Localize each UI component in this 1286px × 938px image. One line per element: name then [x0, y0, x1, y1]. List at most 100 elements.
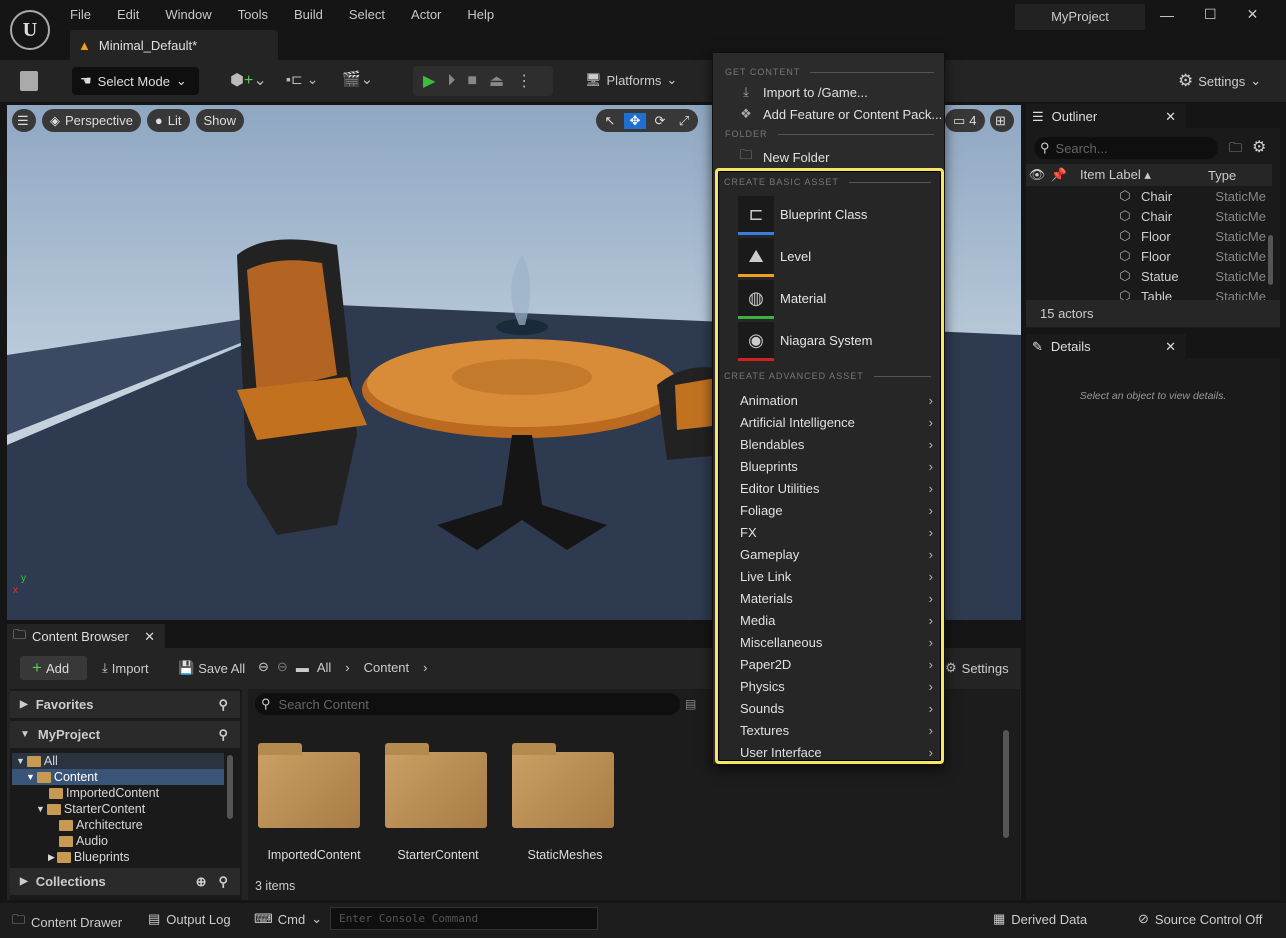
search-icon[interactable]: ⚲ [218, 874, 228, 890]
more-icon[interactable]: ⋮ [516, 71, 532, 91]
menu-gameplay[interactable]: Gameplay › [718, 543, 941, 565]
menu-physics[interactable]: Physics › [718, 675, 941, 697]
menu-media[interactable]: Media › [718, 609, 941, 631]
breadcrumb-content[interactable]: Content [364, 660, 410, 675]
lit-button[interactable]: ● Lit [146, 109, 190, 132]
tree-item-startercontent[interactable]: ▼ StarterContent [12, 801, 224, 817]
asset-scrollbar[interactable] [1003, 730, 1009, 838]
menu-textures[interactable]: Textures › [718, 719, 941, 741]
platforms-button[interactable]: 🖥 Platforms ⌄ [585, 72, 677, 88]
cb-settings-button[interactable]: ⚙ Settings [945, 660, 1009, 676]
outliner-search[interactable]: ⚲ Search... [1034, 137, 1218, 159]
show-button[interactable]: Show [195, 109, 245, 132]
minimize-button[interactable]: — [1160, 7, 1174, 23]
menu-sounds[interactable]: Sounds › [718, 697, 941, 719]
rotate-tool-icon[interactable]: ⟳ [650, 113, 670, 129]
menu-add-feature[interactable]: ❖ Add Feature or Content Pack... [713, 103, 944, 125]
menu-material[interactable]: ◍ Material [718, 277, 941, 319]
menu-blueprints[interactable]: Blueprints › [718, 455, 941, 477]
folder-tile[interactable] [258, 743, 360, 828]
cinematics-icon[interactable]: 🎬⌄ [342, 70, 373, 88]
scale-tool-icon[interactable]: ⤢ [674, 113, 694, 129]
play-icon[interactable]: ▶ [423, 71, 435, 91]
favorites-header[interactable]: ▶ Favorites ⚲ [10, 691, 240, 718]
derived-data-button[interactable]: ▦ Derived Data [993, 911, 1087, 927]
content-search[interactable]: ⚲ Search Content [255, 693, 680, 715]
add-button[interactable]: + Add [20, 656, 87, 680]
folder-tile[interactable] [512, 743, 614, 828]
outliner-row[interactable]: ⬡ Floor StaticMe [1026, 226, 1266, 246]
blueprint-icon[interactable]: ▪⊏ ⌄ [286, 71, 318, 88]
outliner-row[interactable]: ⬡ Floor StaticMe [1026, 246, 1266, 266]
tree-item-audio[interactable]: Audio [12, 833, 224, 849]
select-mode-dropdown[interactable]: ☚ Select Mode ⌄ [72, 67, 199, 95]
perspective-button[interactable]: ◈ Perspective [42, 109, 141, 132]
stop-icon[interactable]: ■ [467, 72, 477, 90]
outliner-row[interactable]: ⬡ Statue StaticMe [1026, 266, 1266, 286]
eject-icon[interactable]: ⏏ [489, 71, 504, 91]
gear-icon[interactable]: ⚙ [1252, 137, 1266, 157]
camera-speed-button[interactable]: ▭ 4 [945, 109, 985, 132]
col-type[interactable]: Type [1204, 168, 1236, 183]
menu-new-folder[interactable]: 🗀 New Folder [713, 146, 944, 168]
maximize-button[interactable]: ☐ [1204, 6, 1217, 23]
breadcrumb-all[interactable]: All [317, 660, 331, 675]
myproject-header[interactable]: ▼ MyProject ⚲ [10, 721, 240, 748]
outliner-row[interactable]: ⬡ Chair StaticMe [1026, 206, 1266, 226]
details-tab[interactable]: ✎ Details ✕ [1026, 334, 1186, 359]
menu-materials[interactable]: Materials › [718, 587, 941, 609]
back-icon[interactable]: ⊖ [258, 659, 269, 675]
menu-paper2d[interactable]: Paper2D › [718, 653, 941, 675]
outliner-row[interactable]: ⬡ Chair StaticMe [1026, 186, 1266, 206]
menu-actor[interactable]: Actor [411, 7, 441, 22]
collections-header[interactable]: ▶ Collections ⊕ ⚲ [10, 868, 240, 895]
import-button[interactable]: ⤓ Import [102, 660, 149, 676]
folder-tile[interactable] [385, 743, 487, 828]
chevron-right-icon[interactable]: › [423, 660, 427, 675]
visibility-icon[interactable]: 👁 [1026, 167, 1048, 183]
add-collection-icon[interactable]: ⊕ [196, 874, 207, 890]
tree-item-all[interactable]: ▼ All [12, 753, 224, 769]
save-icon[interactable] [20, 71, 38, 91]
menu-level[interactable]: ⛰ Level [718, 235, 941, 277]
settings-button[interactable]: ⚙ Settings ⌄ [1178, 71, 1261, 91]
menu-build[interactable]: Build [294, 7, 323, 22]
save-all-button[interactable]: 💾 Save All [178, 660, 245, 676]
tree-scrollbar[interactable] [227, 755, 233, 819]
menu-blendables[interactable]: Blendables › [718, 433, 941, 455]
add-folder-icon[interactable]: 🗀 [1229, 139, 1242, 161]
menu-import[interactable]: ⤓ Import to /Game... [713, 81, 944, 103]
menu-window[interactable]: Window [165, 7, 211, 22]
step-icon[interactable]: ⏵ [447, 72, 455, 90]
menu-tools[interactable]: Tools [238, 7, 268, 22]
menu-foliage[interactable]: Foliage › [718, 499, 941, 521]
menu-select[interactable]: Select [349, 7, 385, 22]
save-search-icon[interactable]: ▤ [685, 697, 696, 711]
add-actor-icon[interactable]: ⬢+⌄ [230, 70, 267, 90]
menu-blueprint-class[interactable]: ⊏ Blueprint Class [718, 193, 941, 235]
menu-animation[interactable]: Animation › [718, 389, 941, 411]
tree-item-architecture[interactable]: Architecture [12, 817, 224, 833]
select-tool-icon[interactable]: ↖ [600, 113, 620, 129]
close-tab-icon[interactable]: ✕ [144, 629, 155, 645]
layout-button[interactable]: ⊞ [990, 109, 1014, 132]
tree-item-content[interactable]: ▼ Content [12, 769, 224, 785]
content-browser-tab[interactable]: 🗀 Content Browser ✕ [7, 624, 165, 649]
close-tab-icon[interactable]: ✕ [1165, 109, 1176, 125]
pin-icon[interactable]: 📌 [1048, 167, 1070, 183]
menu-artificial-intelligence[interactable]: Artificial Intelligence › [718, 411, 941, 433]
menu-live-link[interactable]: Live Link › [718, 565, 941, 587]
console-input[interactable]: Enter Console Command [330, 907, 598, 930]
close-button[interactable]: ✕ [1247, 6, 1259, 23]
translate-tool-icon[interactable]: ✥ [624, 112, 646, 129]
forward-icon[interactable]: ⊖ [277, 659, 288, 675]
search-icon[interactable]: ⚲ [218, 697, 228, 713]
col-item-label[interactable]: Item Label ▴ [1070, 167, 1204, 183]
menu-file[interactable]: File [70, 7, 91, 22]
close-tab-icon[interactable]: ✕ [1165, 339, 1176, 355]
tree-item-importedcontent[interactable]: ImportedContent [12, 785, 224, 801]
menu-miscellaneous[interactable]: Miscellaneous › [718, 631, 941, 653]
viewport-menu-button[interactable]: ☰ [12, 109, 36, 132]
output-log-button[interactable]: ▤ Output Log [148, 911, 231, 927]
cmd-dropdown[interactable]: ⌨ Cmd ⌄ [254, 911, 322, 927]
